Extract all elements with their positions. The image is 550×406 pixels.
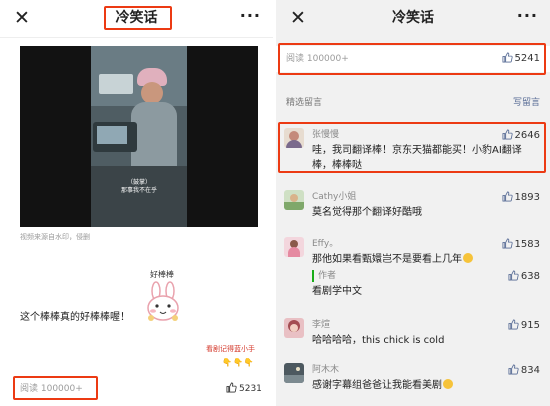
- comment-like-count: 915: [520, 320, 540, 331]
- more-icon[interactable]: ···: [517, 4, 538, 28]
- comment-author: Effy。: [312, 239, 339, 249]
- read-bar-highlight: [278, 43, 546, 75]
- thumbs-up-icon: [502, 191, 513, 202]
- section-title: 精选留言: [286, 98, 323, 108]
- avatar: [284, 237, 304, 257]
- thumbs-up-icon: [508, 319, 519, 330]
- page-title: 冷笑话: [392, 10, 434, 26]
- video-source-note: 视频来源自水印，侵删: [20, 233, 90, 241]
- comment-text: 那他如果看甄嬛岂不是要看上几年: [312, 252, 524, 267]
- more-icon[interactable]: ···: [240, 4, 261, 28]
- video-frame: （鼓掌） 那事我不在乎: [91, 46, 187, 227]
- top-bar: ✕ 冷笑话 ···: [276, 0, 550, 38]
- bunny-sticker: [147, 281, 179, 321]
- comment-like-button[interactable]: 834: [508, 364, 540, 377]
- comment-text: 感谢字幕组爸爸让我能看美剧: [312, 378, 524, 393]
- article-panel: ✕ 冷笑话 ··· （鼓掌） 那事我不在乎 视频来源自水印，侵删 好棒棒 这个棒…: [0, 0, 273, 406]
- video-player[interactable]: （鼓掌） 那事我不在乎: [20, 46, 258, 227]
- comment-author: 李煊: [312, 320, 331, 330]
- comment-author: Cathy小姐: [312, 192, 357, 202]
- video-caption: （鼓掌） 那事我不在乎: [120, 179, 157, 194]
- comment-text: 莫名觉得那个翻译好酷哦: [312, 207, 422, 218]
- promo-tag: 看剧记得蓝小手: [206, 345, 255, 353]
- write-comment-link[interactable]: 写留言: [513, 97, 540, 109]
- author-reply-marker: [312, 270, 314, 282]
- laughing-emoji-icon: [443, 379, 453, 389]
- read-count-highlight: [13, 376, 98, 400]
- comment-like-count: 1893: [514, 192, 540, 203]
- comment-like-button[interactable]: 1893: [502, 191, 540, 204]
- thumbs-up-icon: [508, 270, 519, 281]
- comment-like-count: 834: [520, 365, 540, 376]
- reply-text: 看剧学中文: [312, 286, 362, 297]
- avatar: [284, 363, 304, 383]
- like-count: 5231: [239, 384, 262, 394]
- pointing-hands: 👇👇👇: [222, 358, 255, 367]
- comment-like-count: 1583: [514, 239, 540, 250]
- comment-like-button[interactable]: 1583: [502, 238, 540, 251]
- smile-emoji-icon: [463, 253, 473, 263]
- reply-like-button[interactable]: 638: [508, 270, 540, 283]
- like-button[interactable]: 5231: [226, 382, 262, 395]
- avatar: [284, 318, 304, 338]
- comment-text: 哈哈哈哈，this chick is cold: [312, 335, 445, 346]
- title-highlight: [104, 6, 172, 30]
- avatar: [284, 190, 304, 210]
- comments-panel: ✕ 冷笑话 ··· 阅读 100000+ 5241 精选留言 写留言 张慢慢 2…: [276, 0, 550, 406]
- joke-text: 这个棒棒真的好棒棒喔！: [20, 312, 130, 323]
- reply-like-count: 638: [520, 271, 540, 282]
- comment-like-button[interactable]: 915: [508, 319, 540, 332]
- thumbs-up-icon: [508, 364, 519, 375]
- thumbs-up-icon: [226, 382, 237, 393]
- comment-highlight: [278, 122, 546, 173]
- reply-author: 作者: [318, 271, 337, 281]
- thumbs-up-icon: [502, 238, 513, 249]
- comment-author: 阿木木: [312, 365, 340, 375]
